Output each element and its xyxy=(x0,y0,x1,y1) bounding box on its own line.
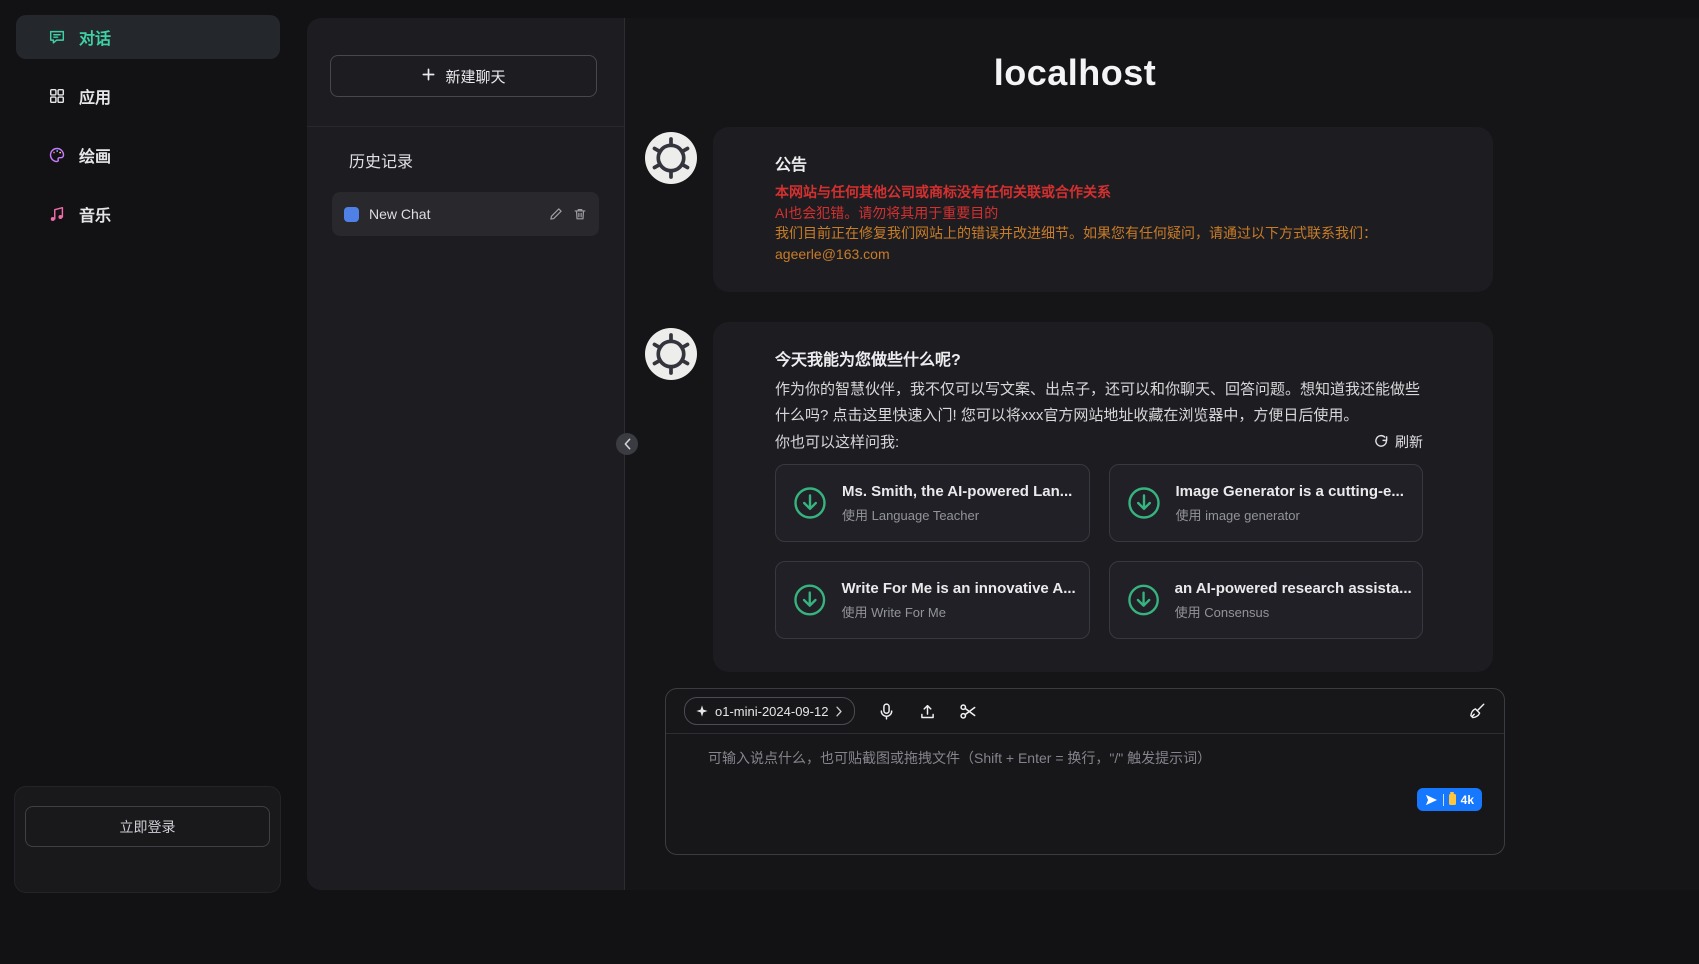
message-input[interactable] xyxy=(706,746,1468,812)
assistant-avatar xyxy=(645,328,697,380)
download-circle-icon xyxy=(1126,582,1161,618)
page-title: localhost xyxy=(645,52,1505,94)
suggestion-text: Image Generator is a cutting-e... 使用 ima… xyxy=(1176,483,1404,524)
login-card: 立即登录 xyxy=(14,786,281,893)
refresh-icon xyxy=(1374,434,1389,449)
sidebar-item-label: 绘画 xyxy=(79,143,111,167)
chat-history-item[interactable]: New Chat xyxy=(332,192,599,236)
collapse-sidebar-button[interactable] xyxy=(616,433,638,455)
contact-email-link[interactable]: ageerle@163.com xyxy=(775,244,1423,265)
music-note-icon xyxy=(48,205,66,223)
token-count: 4k xyxy=(1461,793,1474,807)
divider xyxy=(307,126,624,127)
announcement-line: 本网站与任何其他公司或商标没有任何关联或合作关系 xyxy=(775,182,1423,203)
chat-bubble-icon xyxy=(48,28,66,46)
announcement-message: 公告 本网站与任何其他公司或商标没有任何关联或合作关系 AI也会犯错。请勿将其用… xyxy=(713,127,1493,292)
upload-icon[interactable] xyxy=(918,702,937,721)
announcement-line: 我们目前正在修复我们网站上的错误并改进细节。如果您有任何疑问，请通过以下方式联系… xyxy=(775,223,1423,244)
badge-divider xyxy=(1443,794,1444,806)
chevron-right-icon xyxy=(835,706,843,717)
plus-icon xyxy=(421,67,436,86)
hint-row: 你也可以这样问我: 刷新 xyxy=(775,431,1423,452)
suggestion-title: Ms. Smith, the AI-powered Lan... xyxy=(842,483,1072,500)
suggestion-text: Write For Me is an innovative A... 使用 Wr… xyxy=(842,580,1073,621)
suggestion-card[interactable]: an AI-powered research assista... 使用 Con… xyxy=(1109,561,1424,639)
openai-logo-icon xyxy=(649,136,693,180)
new-chat-label: 新建聊天 xyxy=(445,66,505,87)
model-label: o1-mini-2024-09-12 xyxy=(715,704,828,719)
chat-list-panel: 新建聊天 历史记录 New Chat xyxy=(307,18,625,890)
microphone-icon[interactable] xyxy=(877,702,896,721)
sidebar-item-music[interactable]: 音乐 xyxy=(16,192,280,236)
suggestion-title: an AI-powered research assista... xyxy=(1175,580,1406,597)
suggestion-subtitle: 使用 Write For Me xyxy=(842,602,1073,621)
suggestion-card[interactable]: Ms. Smith, the AI-powered Lan... 使用 Lang… xyxy=(775,464,1090,542)
model-selector[interactable]: o1-mini-2024-09-12 xyxy=(684,697,855,725)
clean-broom-icon[interactable] xyxy=(1467,702,1486,721)
suggestion-card[interactable]: Image Generator is a cutting-e... 使用 ima… xyxy=(1109,464,1424,542)
delete-icon[interactable] xyxy=(573,207,587,221)
sparkle-icon xyxy=(696,705,708,717)
apps-grid-icon xyxy=(48,87,66,105)
download-circle-icon xyxy=(792,582,828,618)
sidebar: 对话 应用 绘画 xyxy=(0,0,307,964)
suggestion-subtitle: 使用 image generator xyxy=(1176,505,1404,524)
suggestion-title: Write For Me is an innovative A... xyxy=(842,580,1073,597)
chevron-left-icon xyxy=(623,438,632,450)
sidebar-item-label: 应用 xyxy=(79,84,111,108)
new-chat-button[interactable]: 新建聊天 xyxy=(330,55,597,97)
app-window: 对话 应用 绘画 xyxy=(0,0,1699,964)
sidebar-item-label: 音乐 xyxy=(79,202,111,226)
assistant-avatar xyxy=(645,132,697,184)
suggestion-subtitle: 使用 Consensus xyxy=(1175,602,1406,621)
palette-icon xyxy=(48,146,66,164)
battery-icon xyxy=(1449,794,1456,805)
openai-logo-icon xyxy=(649,332,693,376)
welcome-message: 今天我能为您做些什么呢? 作为你的智慧伙伴，我不仅可以写文案、出点子，还可以和你… xyxy=(713,322,1493,672)
chat-item-icon xyxy=(344,207,359,222)
scissors-icon[interactable] xyxy=(959,702,978,721)
download-circle-icon xyxy=(1126,485,1162,521)
welcome-body: 作为你的智慧伙伴，我不仅可以写文案、出点子，还可以和你聊天、回答问题。想知道我还… xyxy=(775,377,1423,429)
sidebar-item-apps[interactable]: 应用 xyxy=(16,74,280,118)
welcome-title: 今天我能为您做些什么呢? xyxy=(775,346,1423,370)
chat-item-title: New Chat xyxy=(369,206,539,222)
sidebar-item-draw[interactable]: 绘画 xyxy=(16,133,280,177)
login-button[interactable]: 立即登录 xyxy=(25,806,270,847)
main-panel: localhost 公告 本网站与任何其他公司或商标没有任何关联或合作关系 AI… xyxy=(625,18,1699,890)
history-title: 历史记录 xyxy=(349,148,413,172)
suggestion-text: an AI-powered research assista... 使用 Con… xyxy=(1175,580,1406,621)
chat-item-actions xyxy=(549,207,587,221)
suggestion-title: Image Generator is a cutting-e... xyxy=(1176,483,1404,500)
suggestion-grid: Ms. Smith, the AI-powered Lan... 使用 Lang… xyxy=(775,464,1423,639)
composer: o1-mini-2024-09-12 xyxy=(665,688,1505,855)
edit-icon[interactable] xyxy=(549,207,563,221)
download-circle-icon xyxy=(792,485,828,521)
refresh-suggestions-button[interactable]: 刷新 xyxy=(1374,432,1423,452)
suggestion-text: Ms. Smith, the AI-powered Lan... 使用 Lang… xyxy=(842,483,1072,524)
sidebar-item-label: 对话 xyxy=(79,25,111,49)
refresh-label: 刷新 xyxy=(1395,432,1423,452)
suggestion-card[interactable]: Write For Me is an innovative A... 使用 Wr… xyxy=(775,561,1090,639)
suggestion-subtitle: 使用 Language Teacher xyxy=(842,505,1072,524)
composer-toolbar: o1-mini-2024-09-12 xyxy=(666,689,1504,734)
send-token-badge[interactable]: 4k xyxy=(1417,788,1482,811)
send-plane-icon xyxy=(1425,794,1438,806)
ask-hint: 你也可以这样问我: xyxy=(775,431,899,452)
announcement-title: 公告 xyxy=(775,151,1423,175)
sidebar-item-chat[interactable]: 对话 xyxy=(16,15,280,59)
announcement-line: AI也会犯错。请勿将其用于重要目的 xyxy=(775,203,1423,224)
